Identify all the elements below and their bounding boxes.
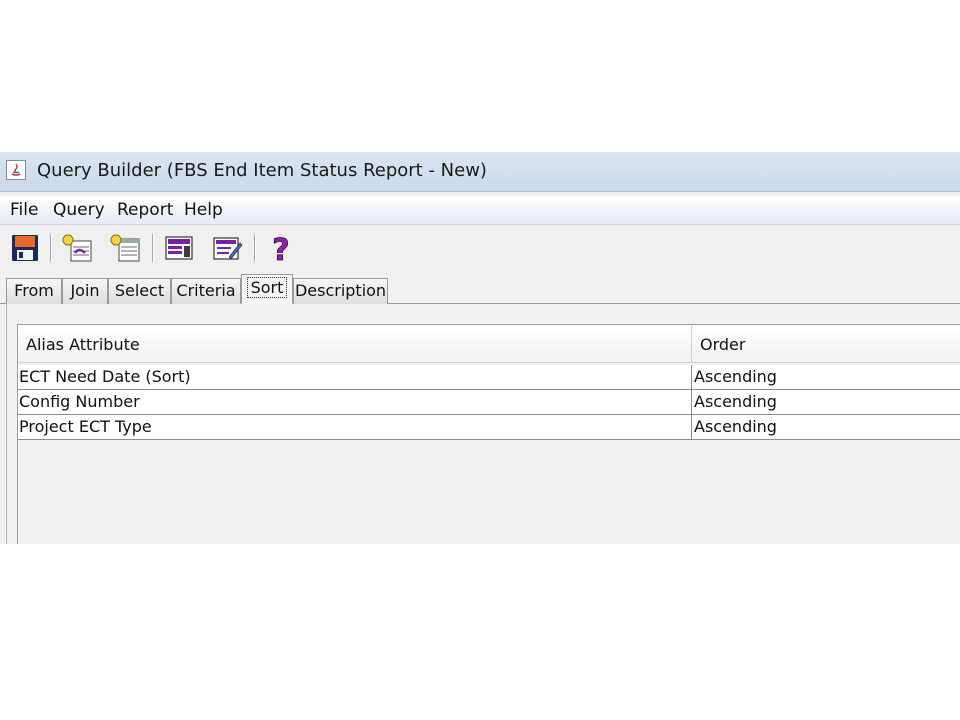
tab-criteria[interactable]: Criteria: [171, 278, 241, 304]
svg-text:?: ?: [272, 233, 289, 263]
save-icon: [12, 235, 38, 261]
table-row[interactable]: Project ECT Type Ascending: [18, 415, 960, 440]
cell-alias-attribute[interactable]: Project ECT Type: [18, 415, 691, 439]
tab-description[interactable]: Description: [293, 278, 388, 304]
add-select-icon: [110, 234, 140, 262]
tab-join[interactable]: Join: [62, 278, 108, 304]
menu-query[interactable]: Query: [53, 200, 105, 220]
criteria-icon: [165, 236, 193, 260]
toolbar-separator: [152, 234, 153, 262]
add-join-button[interactable]: [60, 232, 94, 264]
help-button[interactable]: ?: [264, 232, 298, 264]
edit-icon: [213, 237, 243, 260]
tab-from[interactable]: From: [6, 278, 62, 304]
menu-report[interactable]: Report: [117, 200, 173, 220]
add-select-button[interactable]: [108, 232, 142, 264]
help-icon: ?: [272, 233, 290, 263]
edit-button[interactable]: [210, 232, 244, 264]
table-row[interactable]: Config Number Ascending: [18, 390, 960, 415]
cell-order[interactable]: Ascending: [691, 415, 960, 439]
java-app-icon: [6, 160, 26, 180]
title-bar[interactable]: Query Builder (FBS End Item Status Repor…: [0, 152, 960, 192]
sort-table[interactable]: Alias Attribute Order ECT Need Date (Sor…: [17, 324, 960, 544]
table-header: Alias Attribute Order: [18, 325, 960, 363]
tab-sort[interactable]: Sort: [241, 274, 293, 304]
menu-help[interactable]: Help: [184, 200, 223, 220]
save-button[interactable]: [8, 232, 42, 264]
cell-order[interactable]: Ascending: [691, 390, 960, 414]
window-title: Query Builder (FBS End Item Status Repor…: [37, 160, 487, 181]
toolbar: ?: [0, 226, 960, 270]
add-join-icon: [62, 234, 92, 262]
table-row[interactable]: ECT Need Date (Sort) Ascending: [18, 365, 960, 390]
tab-select[interactable]: Select: [108, 278, 171, 304]
toolbar-separator: [50, 234, 51, 262]
tab-bar: From Join Select Criteria Sort Descripti…: [0, 273, 960, 304]
toolbar-separator: [254, 234, 255, 262]
criteria-button[interactable]: [162, 232, 196, 264]
cell-order[interactable]: Ascending: [691, 365, 960, 389]
query-builder-window: Query Builder (FBS End Item Status Repor…: [0, 152, 960, 544]
menu-bar: File Query Report Help: [0, 196, 960, 225]
cell-alias-attribute[interactable]: Config Number: [18, 390, 691, 414]
column-header-alias-attribute[interactable]: Alias Attribute: [18, 325, 691, 362]
column-header-order[interactable]: Order: [691, 325, 960, 362]
cell-alias-attribute[interactable]: ECT Need Date (Sort): [18, 365, 691, 389]
menu-file[interactable]: File: [10, 200, 38, 220]
